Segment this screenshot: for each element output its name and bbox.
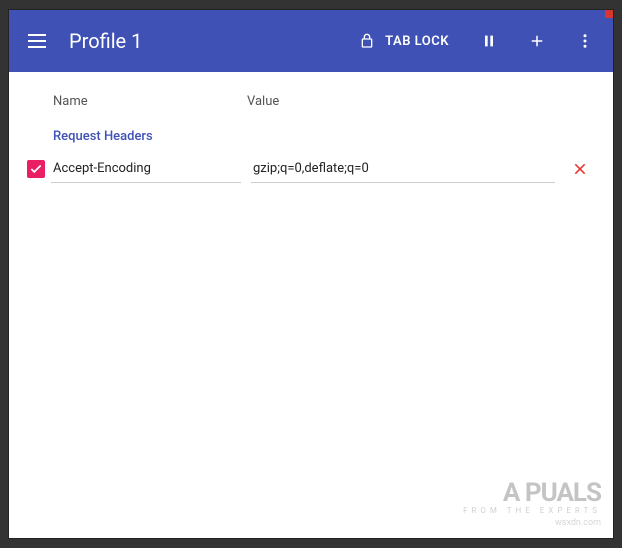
hamburger-icon — [28, 34, 46, 48]
menu-button[interactable] — [17, 21, 57, 61]
lock-icon — [359, 32, 375, 50]
more-button[interactable] — [565, 21, 605, 61]
profile-title: Profile 1 — [65, 29, 339, 53]
watermark-site: wsxdn.com — [463, 518, 601, 528]
window-close-indicator — [605, 9, 614, 18]
header-name-input[interactable] — [51, 155, 241, 183]
close-icon — [572, 161, 588, 177]
watermark-tagline: FROM THE EXPERTS — [463, 506, 601, 515]
more-vert-icon — [576, 32, 594, 50]
add-button[interactable] — [517, 21, 557, 61]
header-value-input[interactable] — [251, 155, 555, 183]
request-headers-section-label: Request Headers — [27, 123, 595, 154]
tab-lock-button[interactable]: TAB LOCK — [347, 21, 461, 61]
pause-button[interactable] — [469, 21, 509, 61]
tab-lock-label: TAB LOCK — [385, 34, 449, 49]
row-enabled-checkbox[interactable] — [27, 160, 45, 178]
watermark: A PUALS FROM THE EXPERTS wsxdn.com — [463, 478, 601, 528]
pause-icon — [481, 33, 497, 49]
app-bar: Profile 1 TAB LOCK — [9, 10, 613, 72]
content-area: Name Value Request Headers — [9, 72, 613, 188]
app-window: Profile 1 TAB LOCK Name Value — [8, 9, 614, 539]
column-name-header: Name — [53, 94, 247, 109]
header-row — [27, 154, 595, 188]
column-value-header: Value — [247, 94, 595, 109]
watermark-brand: A PUALS — [463, 478, 601, 508]
delete-row-button[interactable] — [565, 154, 595, 184]
plus-icon — [528, 32, 546, 50]
check-icon — [29, 162, 43, 176]
column-headers: Name Value — [27, 84, 595, 123]
